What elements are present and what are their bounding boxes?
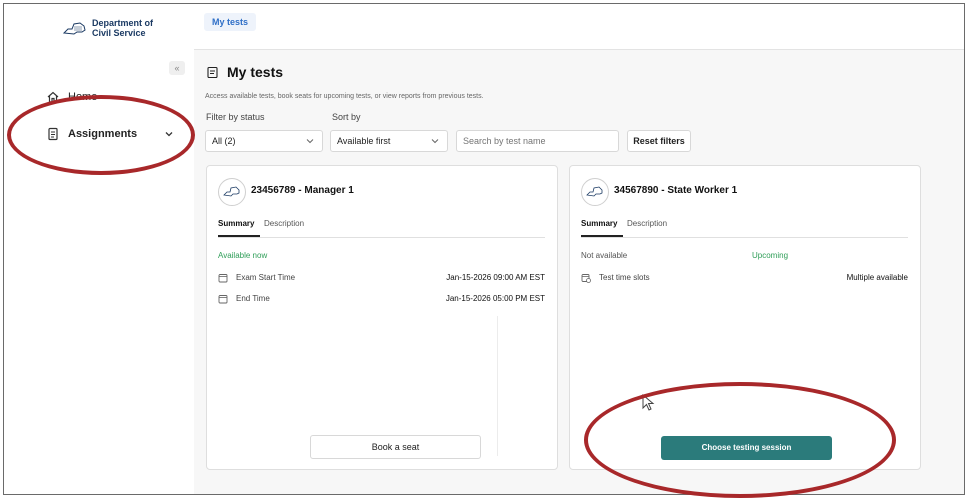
active-tab-indicator <box>218 235 260 237</box>
page-title: My tests <box>206 64 283 80</box>
calendar-icon <box>218 295 228 304</box>
reset-filters-button[interactable]: Reset filters <box>627 130 691 152</box>
ny-state-map-icon <box>62 22 86 35</box>
test-card: 23456789 - Manager 1 Summary Description… <box>206 165 558 470</box>
card-tabs: Summary Description <box>581 219 908 238</box>
filter-status-label: Filter by status <box>206 112 265 122</box>
ny-seal-icon <box>218 178 246 206</box>
chevron-down-icon <box>431 139 439 144</box>
annotation-oval <box>7 95 195 175</box>
filter-status-value: All (2) <box>212 136 236 146</box>
active-tab-indicator <box>581 235 623 237</box>
tab-summary[interactable]: Summary <box>218 219 254 228</box>
detail-key: Test time slots <box>599 273 650 282</box>
tab-summary[interactable]: Summary <box>581 219 617 228</box>
detail-value: Multiple available <box>846 273 908 282</box>
divider <box>497 316 498 456</box>
page-title-text: My tests <box>227 64 284 80</box>
collapse-sidebar-button[interactable]: « <box>169 61 185 75</box>
sort-by-value: Available first <box>337 136 391 146</box>
detail-value: Jan-15-2026 05:00 PM EST <box>445 294 545 303</box>
chevron-down-icon <box>306 139 314 144</box>
search-input[interactable] <box>456 130 619 152</box>
detail-key: Exam Start Time <box>236 273 296 282</box>
sort-by-select[interactable]: Available first <box>330 130 448 152</box>
status-badge: Available now <box>218 251 268 260</box>
tab-description[interactable]: Description <box>264 219 304 228</box>
clipboard-icon <box>207 66 218 78</box>
tab-description[interactable]: Description <box>627 219 667 228</box>
detail-value: Jan-15-2026 09:00 AM EST <box>446 273 545 282</box>
upcoming-badge: Upcoming <box>752 251 789 260</box>
tab-my-tests[interactable]: My tests <box>204 13 257 31</box>
status-badge: Not available <box>581 251 628 260</box>
sort-by-label: Sort by <box>332 112 361 122</box>
department-logo: Department of Civil Service <box>62 18 153 38</box>
card-tabs: Summary Description <box>218 219 545 238</box>
card-title: 34567890 - State Worker 1 <box>614 185 738 196</box>
detail-row: Exam Start Time Jan-15-2026 09:00 AM EST <box>218 273 545 285</box>
logo-line-2: Civil Service <box>92 28 146 38</box>
top-tab-bar: My tests <box>194 4 964 50</box>
ny-seal-icon <box>581 178 609 206</box>
book-a-seat-button[interactable]: Book a seat <box>310 435 481 459</box>
page-subtitle: Access available tests, book seats for u… <box>205 93 484 100</box>
calendar-icon <box>218 274 228 283</box>
calendar-clock-icon <box>581 274 591 283</box>
sidebar: Department of Civil Service « Home Assig… <box>4 4 195 494</box>
logo-line-1: Department of <box>92 18 154 28</box>
annotation-oval <box>584 382 896 498</box>
detail-key: End Time <box>236 294 270 303</box>
filter-status-select[interactable]: All (2) <box>205 130 323 152</box>
detail-row: Test time slots Multiple available <box>581 273 908 285</box>
card-title: 23456789 - Manager 1 <box>251 185 354 196</box>
detail-row: End Time Jan-15-2026 05:00 PM EST <box>218 294 545 306</box>
